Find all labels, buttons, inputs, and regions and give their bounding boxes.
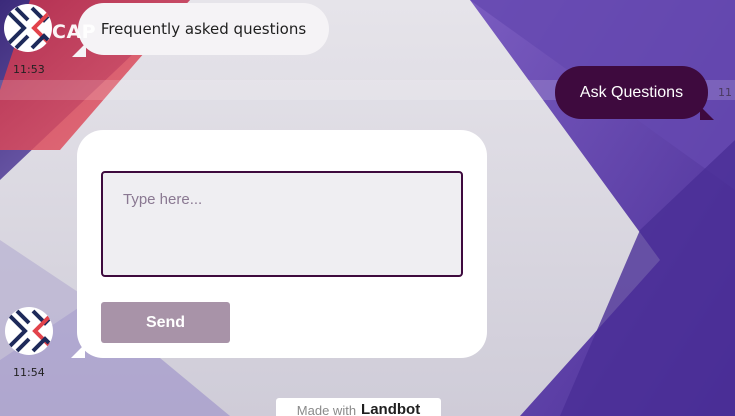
user-timestamp: 11 (718, 86, 732, 99)
logo-chevrons-icon (4, 4, 52, 52)
send-button[interactable]: Send (101, 302, 230, 343)
bot-avatar (4, 4, 52, 52)
user-message-bubble: Ask Questions (555, 66, 708, 119)
logo-chevrons-icon (5, 307, 53, 355)
landbot-logo-text: Landbot (361, 401, 421, 416)
bot-message-text: Frequently asked questions (100, 20, 307, 38)
bot-timestamp: 11:53 (13, 63, 45, 76)
bot-message-bubble: Frequently asked questions (78, 3, 329, 55)
made-with-badge[interactable]: Made with Landbot (276, 398, 441, 416)
made-with-text: Made with (296, 403, 357, 416)
bot-timestamp: 11:54 (13, 366, 45, 379)
bot-avatar (5, 307, 53, 355)
message-input[interactable] (101, 171, 463, 277)
brand-overlay-text: CAP (52, 21, 97, 43)
user-message-text: Ask Questions (579, 83, 684, 101)
